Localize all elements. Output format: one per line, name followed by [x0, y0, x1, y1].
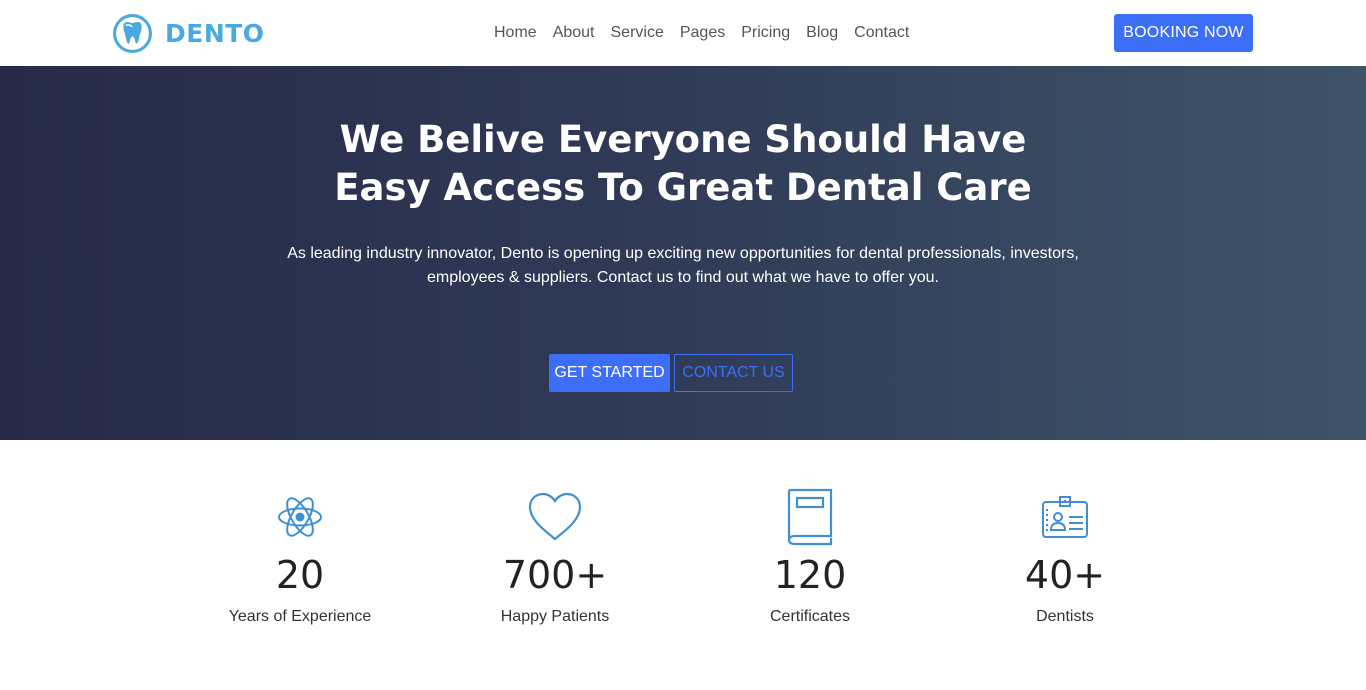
nav-about[interactable]: About	[553, 0, 595, 66]
stat-value: 700+	[502, 553, 608, 597]
hero-buttons: GET STARTED CONTACT US	[549, 354, 793, 392]
get-started-button[interactable]: GET STARTED	[549, 354, 670, 392]
booking-now-button[interactable]: BOOKING NOW	[1114, 14, 1253, 52]
stats-section: 20 Years of Experience 700+ Happy Patien…	[0, 440, 1366, 690]
brand-logo[interactable]: DENTO	[112, 13, 265, 53]
hero-subtitle: As leading industry innovator, Dento is …	[0, 242, 1366, 290]
book-icon	[700, 488, 920, 546]
stat-label: Happy Patients	[500, 608, 610, 625]
stat-value: 120	[773, 553, 847, 597]
nav-pricing[interactable]: Pricing	[741, 0, 790, 66]
contact-us-button[interactable]: CONTACT US	[674, 354, 793, 392]
stat-certificates: 120 Certificates	[700, 488, 920, 626]
id-card-icon	[955, 488, 1175, 546]
hero-title-line-2: Easy Access To Great Dental Care	[334, 166, 1032, 209]
stat-label: Dentists	[1036, 608, 1094, 625]
hero-subtitle-line-2: employees & suppliers. Contact us to fin…	[427, 269, 939, 286]
nav-contact[interactable]: Contact	[854, 0, 909, 66]
hero-title: We Belive Everyone Should Have Easy Acce…	[0, 116, 1366, 212]
stat-patients: 700+ Happy Patients	[445, 488, 665, 626]
nav-pages[interactable]: Pages	[680, 0, 725, 66]
nav-home[interactable]: Home	[494, 0, 537, 66]
hero-subtitle-line-1: As leading industry innovator, Dento is …	[287, 245, 1079, 262]
stat-dentists: 40+ Dentists	[955, 488, 1175, 626]
hero-section: We Belive Everyone Should Have Easy Acce…	[0, 66, 1366, 440]
atom-icon	[190, 488, 410, 546]
site-header: DENTO Home About Service Pages Pricing B…	[0, 0, 1366, 66]
stat-value: 20	[275, 553, 325, 597]
hero-title-line-1: We Belive Everyone Should Have	[339, 118, 1027, 161]
stat-value: 40+	[1024, 553, 1106, 597]
main-nav: Home About Service Pages Pricing Blog Co…	[494, 0, 909, 66]
nav-service[interactable]: Service	[611, 0, 664, 66]
stat-label: Certificates	[769, 608, 851, 625]
tooth-logo-icon	[113, 13, 152, 53]
heart-icon	[445, 488, 665, 546]
brand-name: DENTO	[165, 18, 265, 48]
stat-experience: 20 Years of Experience	[190, 488, 410, 626]
stat-label: Years of Experience	[228, 608, 372, 625]
nav-blog[interactable]: Blog	[806, 0, 838, 66]
